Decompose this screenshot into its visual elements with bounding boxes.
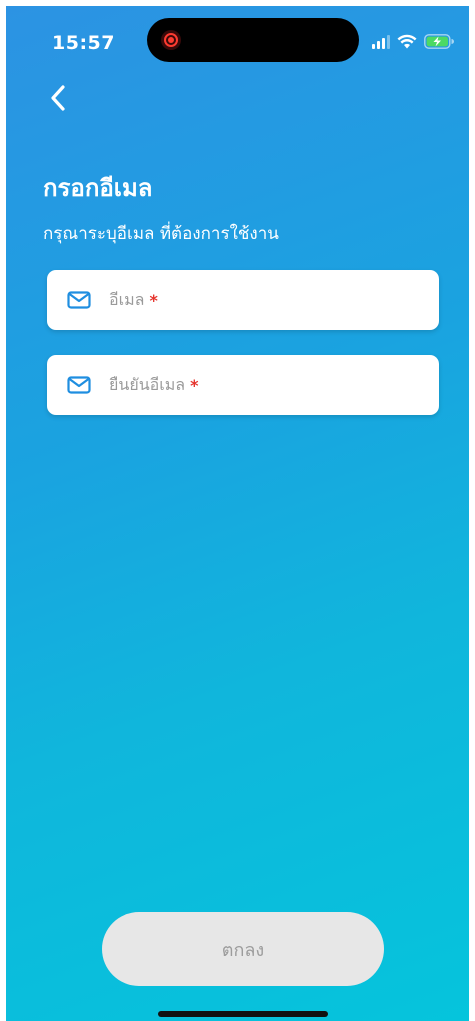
home-indicator: [158, 1011, 328, 1017]
confirm-email-field[interactable]: ยืนยันอีเมล *: [47, 355, 439, 415]
page-title: กรอกอีเมล: [43, 174, 153, 202]
cellular-signal-icon: [372, 34, 390, 49]
back-button[interactable]: [40, 80, 76, 116]
mail-icon: [67, 290, 91, 310]
status-icons: [372, 34, 454, 49]
confirm-email-placeholder: ยืนยันอีเมล: [109, 374, 186, 394]
status-time: 15:57: [52, 32, 115, 54]
dynamic-island: [147, 18, 359, 62]
recording-indicator-icon: [161, 30, 181, 50]
wifi-icon: [397, 34, 417, 49]
app-screen: 15:57 กรอกอีเมล กรุณาระบุอีเมล ที่ต้องกา…: [6, 6, 469, 1021]
required-marker: *: [190, 375, 199, 395]
battery-charging-icon: [424, 34, 454, 49]
page-subtitle: กรุณาระบุอีเมล ที่ต้องการใช้งาน: [43, 224, 279, 244]
mail-icon: [67, 375, 91, 395]
chevron-left-icon: [51, 85, 65, 111]
required-marker: *: [149, 290, 158, 310]
submit-button[interactable]: ตกลง: [102, 912, 384, 986]
email-field[interactable]: อีเมล *: [47, 270, 439, 330]
email-placeholder: อีเมล: [109, 289, 145, 309]
